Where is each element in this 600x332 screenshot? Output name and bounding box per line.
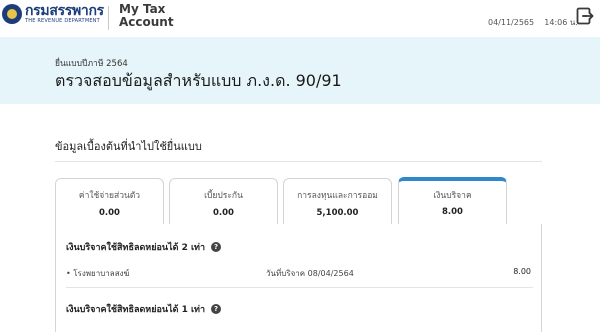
tab-value: 0.00 <box>213 208 234 218</box>
page-title: ตรวจสอบข้อมูลสำหรับแบบ ภ.ง.ด. 90/91 <box>55 71 342 90</box>
tab-value: 0.00 <box>99 208 120 218</box>
tab-label: เงินบริจาค <box>433 191 472 201</box>
help-icon[interactable]: ? <box>211 304 222 314</box>
tab-investment-savings[interactable]: การลงทุนและการออม 5,100.00 <box>283 178 392 224</box>
donations-panel: เงินบริจาคใช้สิทธิลดหย่อนได้ 2 เท่า ? • … <box>55 224 542 332</box>
row-divider <box>66 287 533 288</box>
group-title: เงินบริจาคใช้สิทธิลดหย่อนได้ 2 เท่า <box>66 243 206 253</box>
logo-english-text: THE REVENUE DEPARTMENT <box>25 18 100 24</box>
donation-amount: 8.00 <box>513 267 531 276</box>
tab-label: การลงทุนและการออม <box>297 191 378 201</box>
tax-year-subtitle: ยื่นแบบปีภาษี 2564 <box>55 59 128 69</box>
help-icon[interactable]: ? <box>211 242 222 252</box>
donation-group-single-deduction: เงินบริจาคใช้สิทธิลดหย่อนได้ 1 เท่า ? <box>66 302 222 316</box>
tab-personal-expenses[interactable]: ค่าใช้จ่ายส่วนตัว 0.00 <box>55 178 164 224</box>
current-datetime: 04/11/2565 14:06 น. <box>488 16 578 29</box>
section-title: ข้อมูลเบื้องต้นที่นำไปใช้ยื่นแบบ <box>55 140 202 153</box>
donation-date: วันที่บริจาค 08/04/2564 <box>266 269 354 278</box>
donation-group-double-deduction: เงินบริจาคใช้สิทธิลดหย่อนได้ 2 เท่า ? <box>66 240 222 254</box>
revenue-department-logo[interactable]: กรมสรรพากร THE REVENUE DEPARTMENT <box>2 4 104 24</box>
tab-label: ค่าใช้จ่ายส่วนตัว <box>78 191 141 201</box>
current-date: 04/11/2565 <box>488 18 535 27</box>
donation-recipient: • โรงพยาบาลสงฆ์ <box>66 269 130 278</box>
page-title-band: ยื่นแบบปีภาษี 2564 ตรวจสอบข้อมูลสำหรับแบ… <box>0 37 600 104</box>
group-title: เงินบริจาคใช้สิทธิลดหย่อนได้ 1 เท่า <box>66 305 206 315</box>
app-name-line2: Account <box>119 15 174 29</box>
current-time: 14:06 น. <box>544 18 578 27</box>
header-divider <box>108 6 109 30</box>
app-name: My Tax Account <box>119 3 174 29</box>
logout-icon[interactable] <box>576 7 594 25</box>
tab-donations[interactable]: เงินบริจาค 8.00 <box>398 177 507 224</box>
tab-insurance-premium[interactable]: เบี้ยประกัน 0.00 <box>169 178 278 224</box>
tab-label: เบี้ยประกัน <box>204 191 243 201</box>
tab-value: 8.00 <box>442 207 463 217</box>
top-bar: กรมสรรพากร THE REVENUE DEPARTMENT My Tax… <box>0 0 600 37</box>
section-divider <box>55 161 542 162</box>
logo-thai-text: กรมสรรพากร <box>25 3 104 19</box>
logo-text: กรมสรรพากร THE REVENUE DEPARTMENT <box>25 4 104 24</box>
tab-value: 5,100.00 <box>316 208 359 218</box>
revenue-department-emblem-icon <box>2 4 22 24</box>
